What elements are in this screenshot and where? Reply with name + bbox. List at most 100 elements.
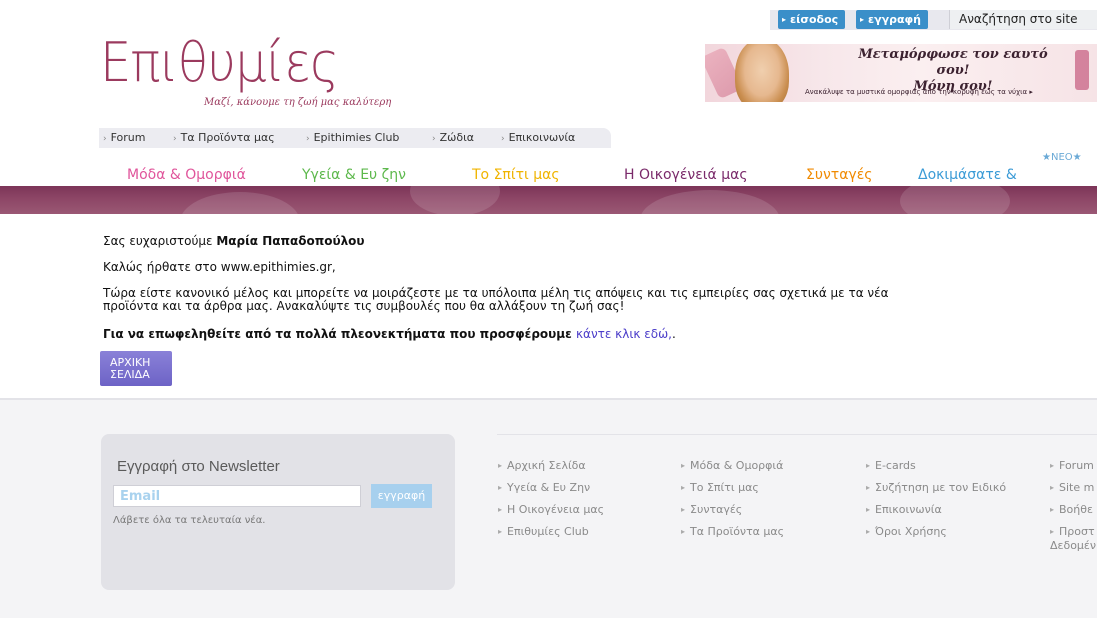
member-info-text: Τώρα είστε κανονικό μέλος και μπορείτε ν… (103, 286, 889, 313)
top-bar-spacer (0, 0, 770, 30)
bullet-icon: ▸ (1050, 483, 1055, 492)
footer-link-label: Το Σπίτι μας (690, 481, 759, 494)
benefit-link[interactable]: κάντε κλικ εδώ, (576, 327, 672, 341)
footer-link-label: Όροι Χρήσης (875, 525, 947, 538)
arrow-right-icon: ▸ (782, 15, 787, 24)
bullet-icon: ▸ (498, 461, 503, 470)
footer-link-privacy[interactable]: ▸ Προστ (1050, 525, 1095, 539)
footer-link-contact[interactable]: ▸ Επικοινωνία (866, 503, 942, 517)
footer-link-help[interactable]: ▸ Βοήθε (1050, 503, 1093, 517)
bullet-icon: ▸ (681, 461, 686, 470)
bullet-icon: ▸ (1050, 527, 1055, 536)
bullet-icon: ▸ (681, 527, 686, 536)
band-decoration (410, 186, 500, 214)
site-tagline: Μαζί, κάνουμε τη ζωή μας καλύτερη (204, 97, 392, 108)
footer-link-label: Επιθυμίες Club (507, 525, 589, 538)
footer-link-recipes[interactable]: ▸ Συνταγές (681, 503, 742, 517)
footer-link-label: Forum (1059, 459, 1094, 472)
benefit-line: Για να επωφεληθείτε από τα πολλά πλεονεκ… (103, 328, 676, 341)
bullet-icon: › (501, 134, 505, 144)
bullet-icon: ▸ (1050, 461, 1055, 470)
subnav-item-products[interactable]: › Τα Προϊόντα μας (173, 128, 275, 148)
category-health[interactable]: Υγεία & Ευ ζην (302, 165, 406, 185)
band-decoration (900, 186, 1010, 214)
footer-link-label: Site m (1059, 481, 1095, 494)
footer-link-products[interactable]: ▸ Τα Προϊόντα μας (681, 525, 784, 539)
subnav-item-contact[interactable]: › Επικοινωνία (501, 128, 575, 148)
subnav-item-forum[interactable]: › Forum (103, 128, 145, 148)
footer-link-home[interactable]: ▸ Αρχική Σελίδα (498, 459, 586, 473)
cosmetic-bottle-image (1075, 50, 1089, 90)
register-label: εγγραφή (868, 13, 921, 26)
footer-link-sitemap[interactable]: ▸ Site m (1050, 481, 1094, 495)
newsletter-email-input[interactable]: Email (113, 485, 361, 507)
footer-link-label: Υγεία & Ευ Ζην (507, 481, 591, 494)
category-recipes[interactable]: Συνταγές (806, 165, 873, 185)
footer-link-forum[interactable]: ▸ Forum (1050, 459, 1094, 473)
footer-link-label: Η Οικογένεια μας (507, 503, 605, 516)
bullet-icon: ▸ (498, 527, 503, 536)
bullet-icon: › (432, 134, 436, 144)
bullet-icon: ▸ (498, 483, 503, 492)
bullet-icon: ▸ (866, 505, 871, 514)
model-face-image (735, 44, 789, 102)
footer-link-home-section[interactable]: ▸ Το Σπίτι μας (681, 481, 759, 495)
subnav-label: Forum (110, 131, 146, 144)
banner-subtext: Ανακάλυψε τα μυστικά ομορφιάς απο την κο… (805, 88, 1033, 96)
benefit-text: Για να επωφεληθείτε από τα πολλά πλεονεκ… (103, 327, 576, 341)
bullet-icon: ▸ (681, 505, 686, 514)
footer-link-label: Προστ (1059, 525, 1095, 538)
band-decoration (640, 190, 780, 214)
footer-link-label: Μόδα & Ομορφιά (690, 459, 784, 472)
footer-link-family[interactable]: ▸ Η Οικογένεια μας (498, 503, 604, 517)
newsletter-note: Λάβετε όλα τα τελευταία νέα. (113, 515, 266, 526)
footer-link-expert[interactable]: ▸ Συζήτηση με τον Ειδικό (866, 481, 1006, 495)
footer-link-label: Βοήθε (1059, 503, 1093, 516)
footer-link-health[interactable]: ▸ Υγεία & Ευ Ζην (498, 481, 590, 495)
subnav-label: Τα Προϊόντα μας (180, 131, 275, 144)
banner-headline-line1: Μεταμόρφωσε τον εαυτό σου! (858, 47, 1048, 78)
secondary-nav: › Forum › Τα Προϊόντα μας › Epithimies Club… (99, 128, 611, 148)
promo-banner[interactable]: Μεταμόρφωσε τον εαυτό σου! Μόνη σου! Ανα… (705, 44, 1097, 102)
bullet-icon: ▸ (866, 483, 871, 492)
subnav-item-zodiac[interactable]: › Ζώδια (432, 128, 474, 148)
bullet-icon: ▸ (681, 483, 686, 492)
category-home[interactable]: Το Σπίτι μας (472, 165, 560, 185)
footer-link-club[interactable]: ▸ Επιθυμίες Club (498, 525, 589, 539)
bullet-icon: ▸ (866, 461, 871, 470)
footer-link-label: E-cards (875, 459, 916, 472)
home-button-line2: ΣΕΛΙΔΑ (110, 368, 150, 381)
footer-link-ecards[interactable]: ▸ E-cards (866, 459, 916, 473)
footer-link-label: Συζήτηση με τον Ειδικό (875, 481, 1007, 494)
band-decoration (180, 192, 300, 214)
home-page-button[interactable]: ΑΡΧΙΚΗ ΣΕΛΙΔΑ (100, 351, 172, 386)
category-fashion-beauty[interactable]: Μόδα & Ομορφιά (127, 165, 246, 185)
footer-link-label: Επικοινωνία (875, 503, 942, 516)
user-name: Μαρία Παπαδοπούλου (216, 234, 365, 248)
bullet-icon: ▸ (1050, 505, 1055, 514)
footer-link-label: Δεδομέν (1050, 539, 1097, 552)
subnav-label: Επικοινωνία (508, 131, 576, 144)
footer-link-label: Αρχική Σελίδα (507, 459, 586, 472)
footer-link-privacy-cont[interactable]: Δεδομέν (1050, 539, 1096, 553)
thanks-message: Σας ευχαριστούμε Μαρία Παπαδοπούλου (103, 235, 365, 248)
login-button[interactable]: ▸ είσοδος (778, 10, 846, 29)
footer-link-label: Τα Προϊόντα μας (690, 525, 785, 538)
newsletter-submit-button[interactable]: εγγραφή (371, 484, 432, 508)
footer-link-label: Συνταγές (690, 503, 743, 516)
login-label: είσοδος (790, 13, 839, 26)
new-badge: ★ΝΕΟ★ (1042, 152, 1082, 163)
footer-link-fashion[interactable]: ▸ Μόδα & Ομορφιά (681, 459, 783, 473)
site-search-link[interactable]: Αναζήτηση στο site (949, 10, 1097, 29)
site-logo[interactable]: Επιθυμίες (100, 34, 339, 92)
bullet-icon: ▸ (498, 505, 503, 514)
footer-divider (497, 434, 1097, 435)
decorative-band (0, 186, 1097, 214)
register-button[interactable]: ▸ εγγραφή (856, 10, 928, 29)
bullet-icon: › (103, 134, 107, 144)
subnav-item-club[interactable]: › Epithimies Club (306, 128, 399, 148)
category-family[interactable]: Η Οικογένειά μας (624, 165, 748, 185)
welcome-message: Καλώς ήρθατε στο www.epithimies.gr, (103, 260, 336, 274)
footer-link-terms[interactable]: ▸ Όροι Χρήσης (866, 525, 947, 539)
subnav-label: Epithimies Club (313, 131, 400, 144)
